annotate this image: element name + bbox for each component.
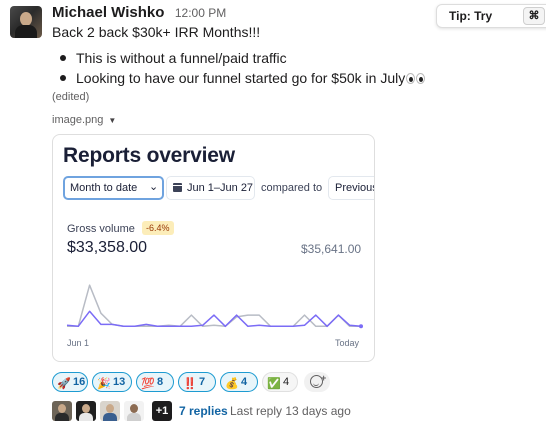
add-reaction-button[interactable]: + [304, 372, 330, 392]
reaction-count: 7 [199, 376, 206, 388]
replier-avatar [76, 401, 96, 421]
edited-label: (edited) [52, 91, 90, 103]
money-bag-icon: 💰 [225, 378, 239, 390]
check-mark-icon: ✅ [267, 378, 281, 390]
avatar-face [20, 12, 32, 26]
replier-avatar [100, 401, 120, 421]
x-axis-end-label: Today [335, 338, 360, 348]
bullet-item: This is without a funnel/paid traffic [58, 49, 426, 69]
series-line-current [66, 310, 362, 328]
hundred-points-icon: 💯 [141, 378, 155, 390]
reaction-tada[interactable]: 🎉 13 [92, 372, 132, 392]
reaction-count: 13 [113, 376, 126, 388]
series-line-previous [67, 284, 361, 328]
plus-icon: + [321, 373, 327, 383]
date-range-label: Jun 1–Jun 27 [187, 182, 254, 194]
message-header: Michael Wishko 12:00 PM [52, 4, 226, 22]
double-exclamation-icon: ‼️ [183, 378, 197, 390]
change-badge: -6.4% [142, 221, 174, 235]
chevron-down-icon: ⌄ [149, 181, 159, 193]
reaction-double-exclamation[interactable]: ‼️ 7 [178, 372, 216, 392]
last-reply-label: Last reply 13 days ago [230, 404, 351, 418]
message-timestamp[interactable]: 12:00 PM [175, 6, 226, 20]
author-avatar[interactable] [10, 6, 42, 38]
gross-volume-chart [66, 284, 363, 329]
metric-label: Gross volume [67, 223, 135, 235]
period-select[interactable]: Month to date ⌄ [63, 176, 164, 200]
avatar-body [15, 25, 37, 38]
x-axis-start-label: Jun 1 [67, 338, 90, 348]
reaction-count: 8 [157, 376, 164, 388]
author-name[interactable]: Michael Wishko [52, 4, 164, 21]
compared-to-label: compared to [261, 182, 323, 194]
reaction-check[interactable]: ✅ 4 [262, 372, 298, 392]
replier-avatar [124, 401, 144, 421]
reaction-count: 4 [283, 376, 290, 388]
bullet-text: Looking to have our funnel started go fo… [76, 70, 406, 86]
message-text: Back 2 back $30k+ IRR Months!!! [52, 24, 261, 40]
reaction-count: 4 [241, 376, 248, 388]
previous-value: $35,641.00 [301, 242, 362, 256]
tip-popup: Tip: Try ⌘ F [436, 4, 546, 28]
tip-text: Tip: Try [449, 9, 493, 23]
period-select-label: Month to date [70, 182, 138, 194]
reaction-count: 16 [73, 376, 86, 388]
command-key: ⌘ [523, 7, 545, 25]
comparison-select-label: Previous period [335, 182, 375, 194]
rocket-icon: 🚀 [57, 378, 71, 390]
series-endpoint-current [359, 324, 363, 329]
attachment-name[interactable]: image.png ▼ [52, 114, 116, 126]
caret-down-icon[interactable]: ▼ [108, 116, 116, 125]
attachment-filename[interactable]: image.png [52, 114, 103, 126]
eyes-emoji-icon [406, 70, 426, 88]
comparison-select[interactable]: Previous period [328, 176, 375, 200]
calendar-icon [173, 183, 182, 192]
replier-avatar [52, 401, 72, 421]
bullet-text: This is without a funnel/paid traffic [76, 50, 287, 66]
more-repliers-count: +1 [152, 401, 172, 421]
current-value: $33,358.00 [67, 239, 148, 256]
message-bullet-list: This is without a funnel/paid traffic Lo… [58, 49, 426, 89]
party-popper-icon: 🎉 [97, 378, 111, 390]
reaction-rocket[interactable]: 🚀 16 [52, 372, 88, 392]
attachment-image[interactable]: Reports overview Month to date ⌄ Jun 1–J… [52, 134, 375, 362]
reaction-money-bag[interactable]: 💰 4 [220, 372, 258, 392]
report-title: Reports overview [63, 144, 235, 167]
bullet-item: Looking to have our funnel started go fo… [58, 69, 426, 89]
replies-link[interactable]: 7 replies [179, 404, 228, 418]
date-range-button[interactable]: Jun 1–Jun 27 [166, 176, 255, 200]
reaction-100[interactable]: 💯 8 [136, 372, 174, 392]
